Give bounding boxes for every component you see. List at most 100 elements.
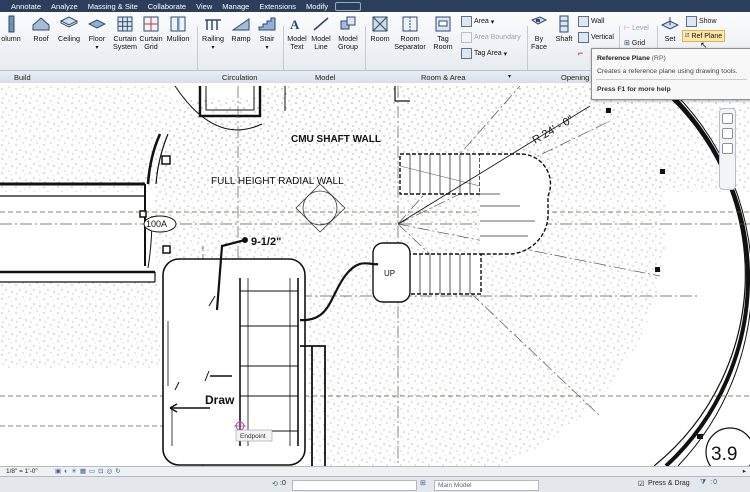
worksets-icon[interactable]: ⟲ <box>272 480 278 488</box>
room-separator-label-2: Separator <box>394 42 426 51</box>
menu-extensions[interactable]: Extensions <box>254 2 301 11</box>
grid-button[interactable]: ⊞ Grid <box>624 39 646 48</box>
vertical-opening-button[interactable]: Vertical <box>578 32 614 43</box>
ceiling-button[interactable]: Ceiling <box>56 15 82 43</box>
radial-wall-label: FULL HEIGHT RADIAL WALL <box>211 176 344 187</box>
tooltip-title: Reference Plane <box>597 55 650 62</box>
curtain-system-button[interactable]: Curtain System <box>111 15 139 51</box>
design-option-select[interactable]: Main Model <box>434 480 539 491</box>
column-button[interactable]: olumn <box>0 15 22 43</box>
menu-manage[interactable]: Manage <box>217 2 254 11</box>
floor-label: Floor <box>88 34 106 43</box>
menu-annotate[interactable]: Annotate <box>6 2 46 11</box>
endpoint-tooltip: Endpoint <box>240 433 266 440</box>
floor-dropdown-icon[interactable]: ▾ <box>95 45 98 51</box>
railing-dropdown-icon[interactable]: ▾ <box>211 45 214 51</box>
steering-wheel-icon[interactable] <box>722 113 733 124</box>
by-face-icon <box>530 16 548 25</box>
set-work-plane-button[interactable]: Set <box>660 15 680 43</box>
menu-massing-site[interactable]: Massing & Site <box>83 2 143 11</box>
show-label: Show <box>699 18 717 25</box>
tag-area-button[interactable]: Tag Area ▾ <box>461 48 507 59</box>
area-boundary-button[interactable]: Area Boundary <box>461 32 521 43</box>
room-separator-icon <box>402 16 418 32</box>
worksets-value: :0 <box>280 480 286 487</box>
menu-analyze[interactable]: Analyze <box>46 2 83 11</box>
stair-button[interactable]: Stair ▾ <box>256 15 278 52</box>
roof-label: Roof <box>33 34 49 43</box>
level-button[interactable]: ⊢ Level <box>624 24 649 33</box>
svg-text:A: A <box>290 17 300 32</box>
by-face-label-2: Face <box>531 42 547 51</box>
model-text-button[interactable]: A Model Text <box>285 15 309 51</box>
column-label: olumn <box>1 34 21 43</box>
panel-title-build: Build <box>14 73 31 82</box>
model-group-icon <box>340 16 356 30</box>
room-button[interactable]: Room <box>367 15 393 43</box>
view-control-icons[interactable]: ▣◐☀▦▭⊡◎↻ <box>55 467 124 475</box>
stair-icon <box>258 17 276 31</box>
stair-dropdown-icon[interactable]: ▾ <box>265 45 268 51</box>
press-drag-checkbox[interactable]: ☑ <box>638 480 644 488</box>
roof-icon <box>32 17 50 31</box>
ceiling-icon <box>60 16 78 28</box>
column-icon <box>8 15 15 33</box>
area-dropdown-icon[interactable]: ▾ <box>491 18 495 26</box>
room-separator-button[interactable]: Room Separator <box>393 15 427 51</box>
area-boundary-icon <box>461 32 472 43</box>
design-options-icon[interactable]: ⊞ <box>420 479 426 487</box>
panel-title-room-area: Room & Area <box>421 73 466 82</box>
area-button[interactable]: Area ▾ <box>461 16 494 27</box>
level-icon: ⊢ <box>624 25 631 32</box>
ref-plane-label: Ref Plane <box>691 32 723 40</box>
contextual-tab-icon[interactable] <box>335 1 362 11</box>
shaft-button[interactable]: Shaft <box>552 15 576 43</box>
roof-button[interactable]: Roof <box>30 15 52 43</box>
navigation-bar[interactable] <box>719 108 736 190</box>
dormer-button[interactable]: ⌐ <box>578 48 583 58</box>
ramp-button[interactable]: Ramp <box>229 15 253 43</box>
drawing-canvas[interactable]: CMU SHAFT WALL FULL HEIGHT RADIAL WALL 1… <box>0 86 750 466</box>
wall-opening-button[interactable]: Wall <box>578 16 604 27</box>
room-area-panel-dropdown-icon[interactable]: ▾ <box>508 73 511 80</box>
floor-icon <box>88 19 106 29</box>
level-label: Level <box>632 24 649 32</box>
panel-title-circulation: Circulation <box>222 73 258 82</box>
model-text-icon: A <box>290 17 300 32</box>
shaft-label: Shaft <box>555 34 573 43</box>
zoom-icon[interactable] <box>722 128 733 139</box>
railing-icon <box>205 19 221 30</box>
tooltip-shortcut: (RP) <box>651 55 666 62</box>
area-boundary-label: Area Boundary <box>474 34 521 41</box>
set-label: Set <box>664 34 676 43</box>
filter-icon[interactable]: ⧩ :0 <box>700 479 718 487</box>
menu-view[interactable]: View <box>191 2 217 11</box>
menu-collaborate[interactable]: Collaborate <box>143 2 191 11</box>
room-icon <box>372 16 388 32</box>
model-line-button[interactable]: Model Line <box>310 15 332 51</box>
ramp-label: Ramp <box>231 34 251 43</box>
show-work-plane-button[interactable]: Show <box>686 16 717 27</box>
mullion-icon <box>170 16 186 32</box>
menu-modify[interactable]: Modify <box>301 2 333 11</box>
curtain-grid-button[interactable]: Curtain Grid <box>139 15 163 51</box>
tag-area-dropdown-icon[interactable]: ▾ <box>504 50 508 58</box>
room-tag-label: 100A <box>146 219 167 229</box>
tag-room-button[interactable]: Tag Room <box>430 15 456 51</box>
railing-button[interactable]: Railing ▾ <box>200 15 226 52</box>
tooltip-divider <box>596 79 747 80</box>
floor-button[interactable]: Floor ▾ <box>86 15 108 52</box>
model-group-button[interactable]: Model Group <box>335 15 361 51</box>
model-line-label-2: Line <box>314 42 328 51</box>
view-control-toggle-icon[interactable]: ▸ <box>743 467 746 475</box>
wall-opening-label: Wall <box>591 18 605 25</box>
mullion-button[interactable]: Mullion <box>164 15 192 43</box>
view-scale[interactable]: 1/8" = 1'-0" <box>6 468 38 475</box>
workset-field[interactable] <box>292 480 417 491</box>
pan-icon[interactable] <box>722 143 733 154</box>
grid-label: Grid <box>631 39 646 47</box>
by-face-button[interactable]: By Face <box>528 15 550 51</box>
floor-plan-drawing: CMU SHAFT WALL FULL HEIGHT RADIAL WALL 1… <box>0 86 750 466</box>
revit-window: Annotate Analyze Massing & Site Collabor… <box>0 0 750 492</box>
dimension-label: 9-1/2" <box>251 236 281 248</box>
